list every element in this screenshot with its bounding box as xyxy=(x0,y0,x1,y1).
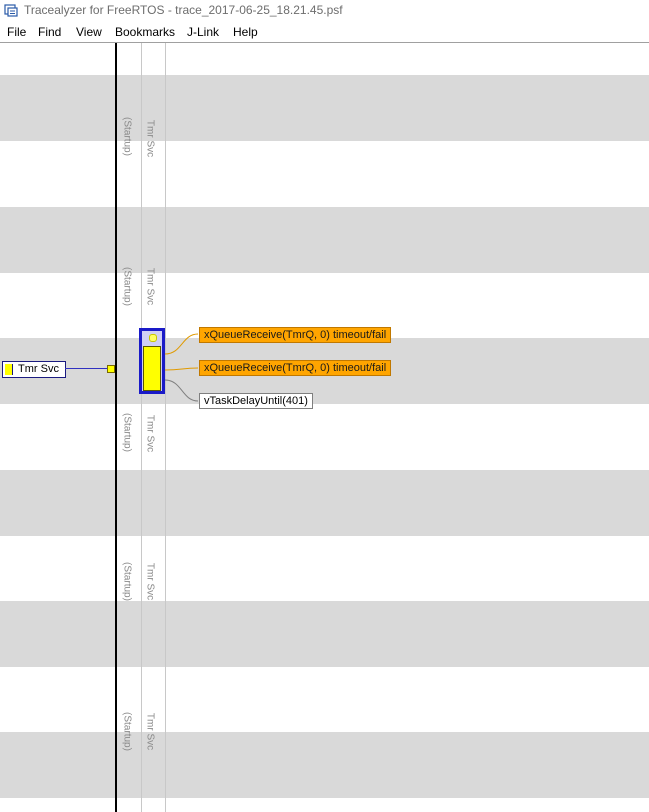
menu-bar: File Find View Bookmarks J-Link Help xyxy=(0,22,649,42)
event-label-queue-receive[interactable]: xQueueReceive(TmrQ, 0) timeout/fail xyxy=(199,360,392,376)
event-links xyxy=(164,333,199,402)
trace-view[interactable]: (Startup) (Startup) (Startup) (Startup) … xyxy=(0,43,649,812)
menu-bookmarks[interactable]: Bookmarks xyxy=(115,25,175,39)
event-label-queue-receive[interactable]: xQueueReceive(TmrQ, 0) timeout/fail xyxy=(199,327,392,343)
menu-view[interactable]: View xyxy=(76,25,102,39)
event-label-task-delay[interactable]: vTaskDelayUntil(401) xyxy=(199,393,313,409)
window-title: Tracealyzer for FreeRTOS - trace_2017-06… xyxy=(24,3,343,17)
title-bar: Tracealyzer for FreeRTOS - trace_2017-06… xyxy=(0,0,649,22)
menu-file[interactable]: File xyxy=(7,25,26,39)
menu-find[interactable]: Find xyxy=(38,25,61,39)
tracealyzer-app-icon xyxy=(4,4,18,17)
menu-help[interactable]: Help xyxy=(233,25,258,39)
menu-jlink[interactable]: J-Link xyxy=(187,25,219,39)
